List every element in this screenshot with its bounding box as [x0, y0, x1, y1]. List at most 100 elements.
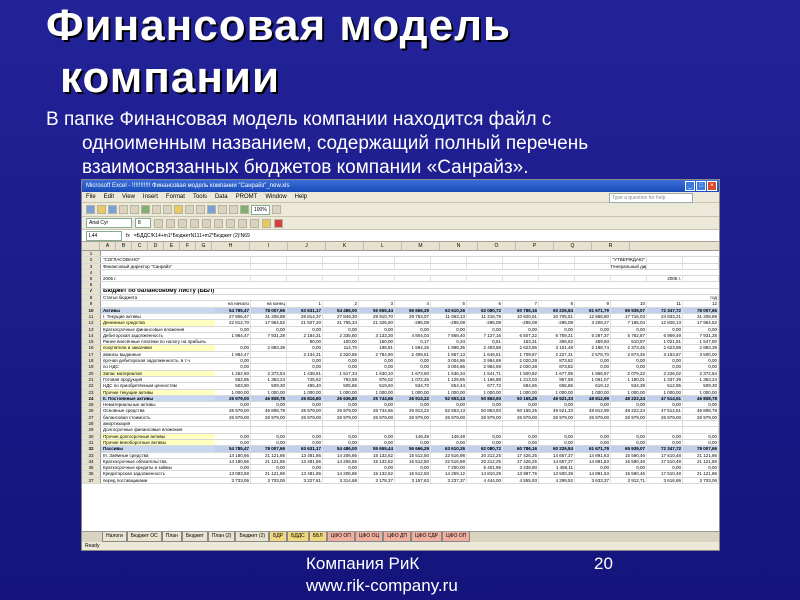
cell[interactable]: 21 121,86 — [251, 458, 287, 465]
cell[interactable] — [323, 421, 359, 427]
row-number[interactable]: 27 — [82, 414, 101, 420]
cell[interactable]: 3 178,37 — [359, 477, 395, 483]
row-label[interactable]: Запас материалов — [101, 370, 215, 376]
cell[interactable]: 7 — [503, 301, 539, 307]
cell[interactable]: 1 000,00 — [467, 389, 503, 395]
cell[interactable] — [287, 421, 323, 427]
cell[interactable]: "УТВЕРЖДАЮ" — [611, 257, 647, 263]
cell[interactable]: 1 500,82 — [503, 370, 539, 376]
row-number[interactable]: 15 — [82, 339, 101, 345]
fill-color-icon[interactable] — [262, 218, 271, 228]
cell[interactable]: 2 184,31 — [287, 332, 323, 339]
cell[interactable]: 0,00 — [395, 364, 431, 370]
cell[interactable] — [503, 427, 539, 433]
cell[interactable] — [539, 263, 575, 269]
cell[interactable]: 1 262,60 — [215, 370, 251, 376]
cell[interactable]: 13 481,86 — [287, 458, 323, 465]
row-number[interactable]: 23 — [82, 389, 101, 395]
cell[interactable]: 2 623,89 — [647, 345, 683, 351]
cell[interactable]: 1 856,97 — [575, 370, 611, 376]
menu-item[interactable]: Insert — [143, 194, 158, 200]
cell[interactable] — [215, 339, 251, 345]
cell[interactable]: 14 891,63 — [575, 452, 611, 458]
align-right-icon[interactable] — [214, 218, 223, 228]
cell[interactable]: 0,00 — [575, 402, 611, 408]
cell[interactable]: 17 510,48 — [647, 458, 683, 465]
cell[interactable]: 31 208,88 — [251, 313, 287, 320]
cell[interactable]: 619,12 — [575, 383, 611, 389]
cell[interactable]: 0,00 — [359, 326, 395, 332]
cell[interactable]: 13 481,86 — [287, 471, 323, 477]
autosum-icon[interactable] — [218, 205, 227, 214]
cell[interactable] — [395, 257, 431, 263]
cell[interactable]: 150,00 — [359, 339, 395, 345]
cell[interactable]: 2 578,70 — [575, 351, 611, 357]
sheet-tab[interactable]: ЦФО СДР — [411, 532, 443, 542]
cell[interactable]: 13 500,39 — [539, 471, 575, 477]
cell[interactable]: 65 939,07 — [611, 307, 647, 313]
cell[interactable]: 1 337,39 — [647, 376, 683, 383]
cell[interactable] — [683, 421, 719, 427]
row-label[interactable]: III. Заёмные средства — [101, 453, 215, 458]
cell[interactable]: 1 072,45 — [395, 376, 431, 383]
cell[interactable]: 14 657,37 — [539, 452, 575, 458]
borders-icon[interactable] — [250, 218, 259, 228]
cell[interactable]: 1 061,07 — [575, 376, 611, 383]
row-label[interactable]: Статьи бюджета — [101, 295, 215, 300]
row-label[interactable]: Краткосрочные обязательства — [101, 459, 215, 464]
cell[interactable]: 14 891,63 — [575, 458, 611, 465]
cell[interactable]: 0,00 — [359, 402, 395, 408]
cell[interactable]: 2 226,02 — [647, 370, 683, 376]
cell[interactable]: 0,00 — [215, 465, 251, 471]
row-label[interactable]: Дебиторская задолженность — [101, 333, 215, 338]
cell[interactable]: 17 426,25 — [503, 452, 539, 458]
cell[interactable]: 50 165,25 — [503, 395, 539, 402]
sheet-tab[interactable]: ЦФО ОП — [326, 532, 355, 542]
cell[interactable]: 0,00 — [539, 402, 575, 408]
cell[interactable]: 10 — [611, 301, 647, 307]
cell[interactable]: 0,00 — [503, 402, 539, 408]
row-label[interactable]: "СОГЛАСОВАНО" — [101, 257, 215, 262]
cell[interactable]: 509,30 — [683, 383, 719, 389]
cell[interactable]: 0,00 — [323, 465, 359, 471]
column-header[interactable]: K — [326, 242, 364, 250]
cell[interactable]: 26 979,00 — [647, 414, 683, 420]
row-number[interactable]: 24 — [82, 395, 101, 402]
cell[interactable]: 27 806,47 — [215, 313, 251, 320]
cell[interactable]: 0,00 — [359, 439, 395, 446]
cell[interactable]: 3 227,61 — [287, 477, 323, 483]
column-header[interactable]: G — [196, 242, 212, 250]
menu-item[interactable]: Data — [215, 194, 228, 200]
cell[interactable]: 1 630,10 — [359, 370, 395, 376]
cell[interactable]: 2 873,45 — [611, 351, 647, 357]
cell[interactable] — [431, 263, 467, 269]
row-number[interactable]: 19 — [82, 364, 101, 370]
cell[interactable]: 63 610,26 — [431, 446, 467, 452]
cell[interactable]: 0,00 — [683, 433, 719, 439]
row-number[interactable]: 5 — [82, 276, 101, 282]
cell[interactable]: год — [215, 295, 719, 301]
column-header[interactable]: J — [288, 242, 326, 250]
cell[interactable]: -295,08 — [503, 320, 539, 326]
undo-icon[interactable] — [185, 205, 194, 214]
cell[interactable]: 5 287,37 — [575, 332, 611, 339]
cell[interactable]: 1 677,95 — [539, 370, 575, 376]
cell[interactable]: 876,02 — [359, 376, 395, 383]
cell[interactable]: 1 458,11 — [539, 465, 575, 471]
cell[interactable]: 26 979,00 — [287, 408, 323, 414]
row-number[interactable]: 13 — [82, 326, 101, 332]
sheet-tab[interactable]: План — [161, 532, 182, 542]
cell[interactable] — [647, 427, 683, 433]
cell[interactable]: 0,00 — [503, 326, 539, 332]
cell[interactable]: 1 000,00 — [647, 389, 683, 395]
hyperlink-icon[interactable] — [207, 205, 216, 214]
cell[interactable]: 15 590,46 — [611, 458, 647, 465]
sheet-tab[interactable]: ЦФО ОЦ — [354, 532, 384, 542]
row-number[interactable]: 35 — [82, 465, 101, 471]
cell[interactable] — [323, 263, 359, 269]
cell[interactable]: 15 590,46 — [611, 471, 647, 477]
cell[interactable]: 0,00 — [647, 433, 683, 439]
cell[interactable]: 0,00 — [359, 465, 395, 471]
cell[interactable] — [287, 257, 323, 263]
cell[interactable]: 61 671,79 — [575, 307, 611, 313]
